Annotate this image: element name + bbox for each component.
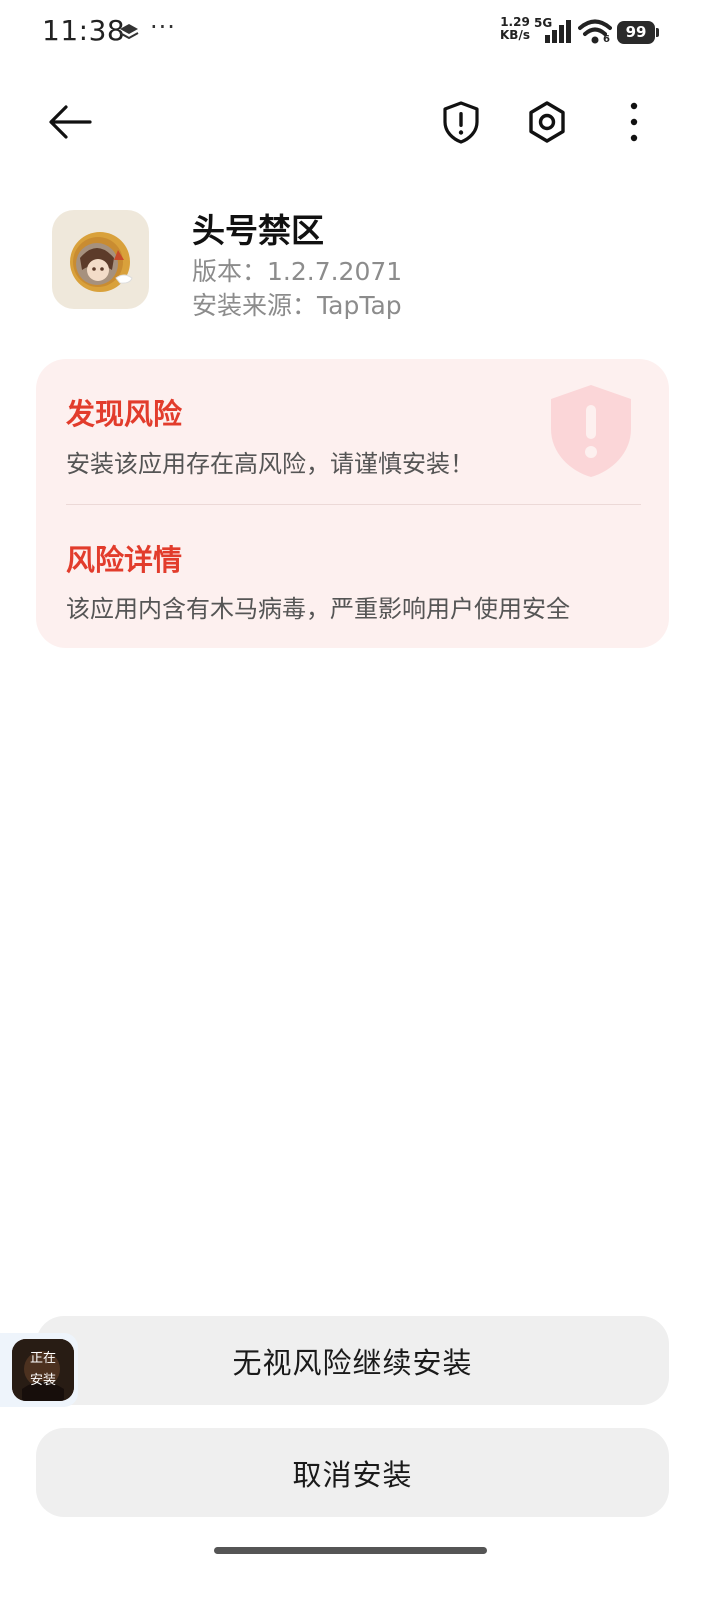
status-time: 11:38 xyxy=(42,14,126,47)
battery-icon: 99 xyxy=(617,21,659,44)
arrow-left-icon xyxy=(49,105,92,139)
risk-title: 发现风险 xyxy=(66,397,183,431)
net-speed: 1.29 KB/s xyxy=(500,16,530,42)
settings-button[interactable] xyxy=(523,98,571,146)
app-version: 版本：1.2.7.2071 xyxy=(192,257,403,286)
app-source: 安装来源：TapTap xyxy=(192,291,402,320)
more-options-button[interactable] xyxy=(610,98,658,146)
wifi-number: 6 xyxy=(603,34,610,45)
divider xyxy=(66,504,641,505)
risk-detail-title: 风险详情 xyxy=(66,543,183,577)
security-check-button[interactable] xyxy=(437,98,485,146)
status-bar: 11:38 ··· 1.29 KB/s 5G 6 99 xyxy=(0,0,720,64)
installing-bubble[interactable]: 正在 安装 xyxy=(0,1333,78,1407)
risk-description: 安装该应用存在高风险，请谨慎安装！ xyxy=(66,450,474,478)
hexagon-settings-icon xyxy=(529,101,565,143)
installing-app-icon: 正在 安装 xyxy=(12,1339,74,1401)
signal-icon xyxy=(545,20,571,43)
back-button[interactable] xyxy=(46,98,94,146)
installing-label-line2: 安装 xyxy=(29,1373,56,1388)
more-notifications-icon: ··· xyxy=(150,13,176,41)
risk-detail-description: 该应用内含有木马病毒，严重影响用户使用安全 xyxy=(66,595,570,623)
shield-exclamation-icon xyxy=(443,101,479,144)
shield-warning-icon xyxy=(551,385,631,477)
app-logo-icon xyxy=(70,232,133,292)
risk-card: 发现风险 安装该应用存在高风险，请谨慎安装！ 风险详情 该应用内含有木马病毒，严… xyxy=(36,359,669,648)
net-speed-unit: KB/s xyxy=(500,28,530,42)
continue-install-button[interactable]: 无视风险继续安装 xyxy=(36,1316,669,1405)
cancel-install-button[interactable]: 取消安装 xyxy=(36,1428,669,1517)
app-icon xyxy=(52,210,149,309)
battery-tip xyxy=(656,28,659,37)
installing-label-line1: 正在 xyxy=(29,1351,56,1366)
home-indicator[interactable] xyxy=(214,1547,487,1554)
battery-level: 99 xyxy=(617,21,655,44)
layers-icon xyxy=(119,24,139,40)
more-vertical-icon xyxy=(630,102,638,142)
app-name: 头号禁区 xyxy=(192,211,324,250)
